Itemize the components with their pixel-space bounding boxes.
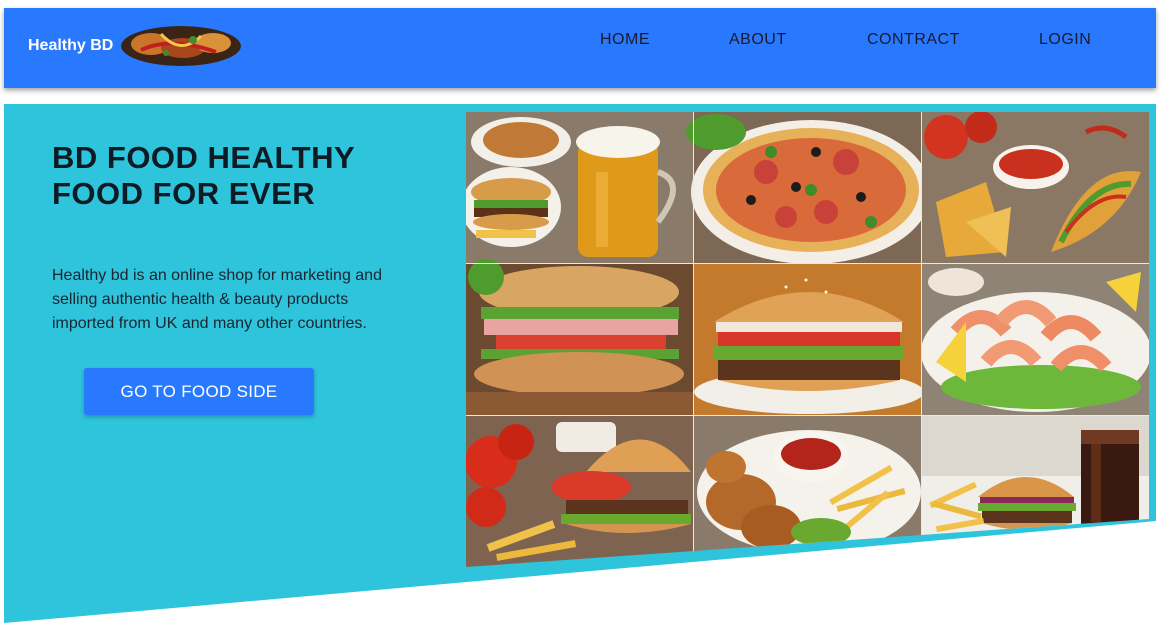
nav-links: HOME ABOUT CONTRACT LOGIN (4, 8, 1156, 88)
nachos-tacos-image (922, 112, 1149, 263)
nav-about[interactable]: ABOUT (729, 31, 787, 49)
nav-contract[interactable]: CONTRACT (867, 31, 960, 49)
nav-login[interactable]: LOGIN (1039, 31, 1091, 49)
hero-title: BD FOOD HEALTHY FOOD FOR EVER (52, 140, 355, 211)
ham-sandwich-image (466, 259, 693, 415)
go-to-food-side-button[interactable]: GO TO FOOD SIDE (84, 368, 314, 415)
burger-fries-tomato-image (466, 416, 693, 567)
navbar: Healthy BD HOME ABOUT CONTRACT LOGIN (4, 8, 1156, 88)
pizza-image (686, 112, 931, 264)
fried-chicken-burger-beer-image (466, 112, 693, 263)
hero-description: Healthy bd is an online shop for marketi… (52, 267, 382, 332)
nav-home[interactable]: HOME (600, 31, 650, 49)
shrimp-plate-image (921, 264, 1149, 415)
burger-fries-cola-image (922, 416, 1149, 567)
food-collage (466, 112, 1149, 567)
burger-image (694, 264, 924, 415)
